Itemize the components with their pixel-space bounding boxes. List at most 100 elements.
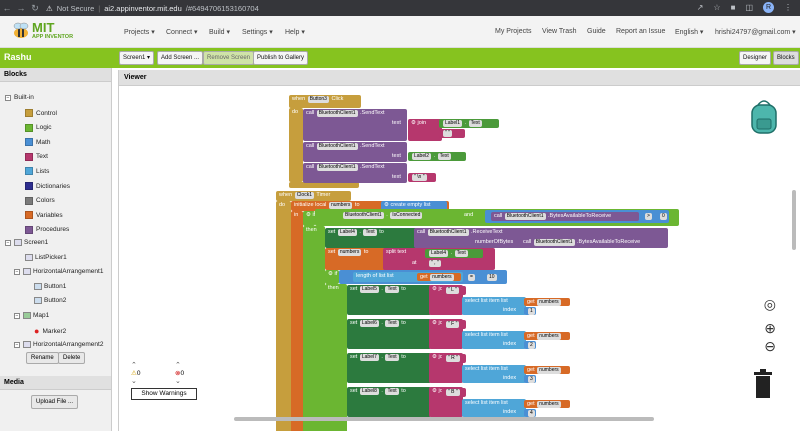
view-trash-link[interactable]: View Trash [542,28,577,35]
when-clock1-timer-block[interactable]: when Clock1 Timer [276,191,351,201]
zero-literal[interactable]: 0 [656,212,668,221]
tree-screen1[interactable]: − Screen1 [5,239,48,246]
tree-marker2[interactable]: ● Marker2 [34,326,66,336]
reload-icon[interactable]: ↻ [28,3,42,14]
isconnected-getter[interactable]: BluetoothClient1 . IsConnected [339,211,449,222]
set-numbers-block[interactable]: set numbers to [325,248,389,270]
screen-selector[interactable]: Screen1 ▾ [119,51,155,65]
app-logo[interactable]: MIT APP INVENTOR [10,21,73,41]
letter-literal[interactable]: " R " [442,354,466,363]
select-list-item-block[interactable]: select list item list index [462,297,526,315]
gt-operator[interactable]: > [641,212,655,221]
index-literal[interactable]: 3 [524,375,536,383]
category-text[interactable]: Text [25,152,48,161]
letter-literal[interactable]: " F " [442,320,466,329]
set-label7-block[interactable]: set Label7 . Text to [347,353,431,383]
rename-button[interactable]: Rename [26,352,59,364]
backpack-icon[interactable] [746,97,782,139]
when-button3-click-block[interactable]: when Button3 Click [289,95,361,108]
eq-operator[interactable]: = [464,273,478,281]
forward-icon[interactable]: → [14,3,28,13]
avatar[interactable]: R [763,2,774,13]
publish-gallery-button[interactable]: Publish to Gallery [253,51,309,65]
trash-icon[interactable] [752,368,774,402]
category-logic[interactable]: Logic [25,123,52,132]
share-icon[interactable]: ↗ [697,3,704,12]
menu-projects[interactable]: Projects ▾ [124,28,155,36]
category-colors[interactable]: Colors [25,196,55,205]
sidebar-icon[interactable]: ◫ [745,3,753,12]
tree-ha1[interactable]: − HorizontalArrangement1 [14,268,103,275]
get-numbers[interactable]: get numbers [417,273,461,281]
guide-link[interactable]: Guide [587,28,606,35]
get-numbers[interactable]: get numbers [524,400,570,408]
select-list-item-block[interactable]: select list item list index [462,331,526,349]
category-variables[interactable]: Variables [25,211,63,220]
error-indicator[interactable]: ⌃ ⊗0 ⌄ [175,361,184,385]
category-math[interactable]: Math [25,138,50,147]
horizontal-scrollbar[interactable] [234,417,654,421]
upload-file-button[interactable]: Upload File ... [31,395,79,409]
text-literal[interactable]: " " [439,129,465,138]
label1-text-getter[interactable]: Label1 . Text [439,119,499,128]
tree-map1[interactable]: − Map1 [14,312,49,319]
add-screen-button[interactable]: Add Screen ... [157,51,204,65]
center-icon[interactable]: ◎ [764,296,776,313]
label4-text-getter[interactable]: Label4 . Text [425,249,483,258]
tree-listpicker1[interactable]: ListPicker1 [25,254,67,261]
show-warnings-button[interactable]: Show Warnings [131,388,197,400]
remove-screen-button[interactable]: Remove Screen [203,51,255,65]
tree-ha2[interactable]: − HorizontalArrangement2 [14,341,103,348]
category-dictionaries[interactable]: Dictionaries [25,182,70,190]
newline-literal[interactable]: " \n " [408,173,436,182]
kebab-menu-icon[interactable]: ⋮ [784,3,792,12]
category-procedures[interactable]: Procedures [25,225,69,234]
get-numbers[interactable]: get numbers [524,298,570,306]
menu-settings[interactable]: Settings ▾ [242,28,273,36]
select-list-item-block[interactable]: select list item list index [462,365,526,383]
if-block[interactable]: ⚙ if [303,211,315,226]
language-menu[interactable]: English ▾ [675,28,703,36]
delete-button[interactable]: Delete [58,352,86,364]
index-literal[interactable]: 1 [524,307,536,315]
account-menu[interactable]: hrishi24797@gmail.com ▾ [715,28,796,36]
select-list-item-block[interactable]: select list item list index [462,399,526,417]
get-numbers[interactable]: get numbers [524,332,570,340]
built-in-node[interactable]: − Built-in [5,94,34,101]
set-label8-block[interactable]: set Label8 . Text to [347,387,431,417]
menu-build[interactable]: Build ▾ [209,28,230,36]
zoom-in-icon[interactable]: ⊕ [764,320,776,337]
back-icon[interactable]: ← [0,3,14,13]
report-issue-link[interactable]: Report an Issue [616,28,665,35]
label2-text-getter[interactable]: Label2 . Text [408,152,466,161]
bytes-available-getter-2[interactable]: call BluetoothClient1 .BytesAvailableToR… [520,238,668,247]
vertical-scrollbar[interactable] [792,190,796,250]
set-label5-block[interactable]: set Label5 . Text to [347,285,431,315]
address-bar[interactable]: ⚠ Not Secure | ai2.appinventor.mit.edu/#… [46,4,259,13]
ten-literal[interactable]: 10 [483,273,501,281]
my-projects-link[interactable]: My Projects [495,28,532,35]
star-icon[interactable]: ☆ [713,3,720,12]
category-lists[interactable]: Lists [25,167,49,176]
join-block[interactable]: ⚙ join [408,119,442,141]
menu-help[interactable]: Help ▾ [285,28,305,36]
warning-indicator[interactable]: ⌃ ⚠0 ⌄ [131,361,140,385]
bytes-available-getter[interactable]: call BluetoothClient1 .BytesAvailableToR… [491,212,639,221]
designer-button[interactable]: Designer [739,51,772,65]
set-label6-block[interactable]: set Label6 . Text to [347,319,431,349]
tree-button2[interactable]: Button2 [34,297,66,304]
extensions-icon[interactable]: ■ [731,3,736,12]
blocks-workspace[interactable]: when Button3 Click do call BluetoothClie… [119,86,800,431]
comma-literal[interactable]: " , " [425,259,449,268]
index-literal[interactable]: 4 [524,409,536,417]
blocks-button[interactable]: Blocks [773,51,799,65]
zoom-out-icon[interactable]: ⊖ [764,338,776,355]
category-control[interactable]: Control [25,109,57,117]
letter-literal[interactable]: " L " [442,286,466,295]
get-numbers[interactable]: get numbers [524,366,570,374]
index-literal[interactable]: 2 [524,341,536,349]
menu-connect[interactable]: Connect ▾ [166,28,198,36]
inner-if-block[interactable]: ⚙ if [325,270,339,284]
letter-literal[interactable]: " B " [442,388,466,397]
tree-button1[interactable]: Button1 [34,283,66,290]
